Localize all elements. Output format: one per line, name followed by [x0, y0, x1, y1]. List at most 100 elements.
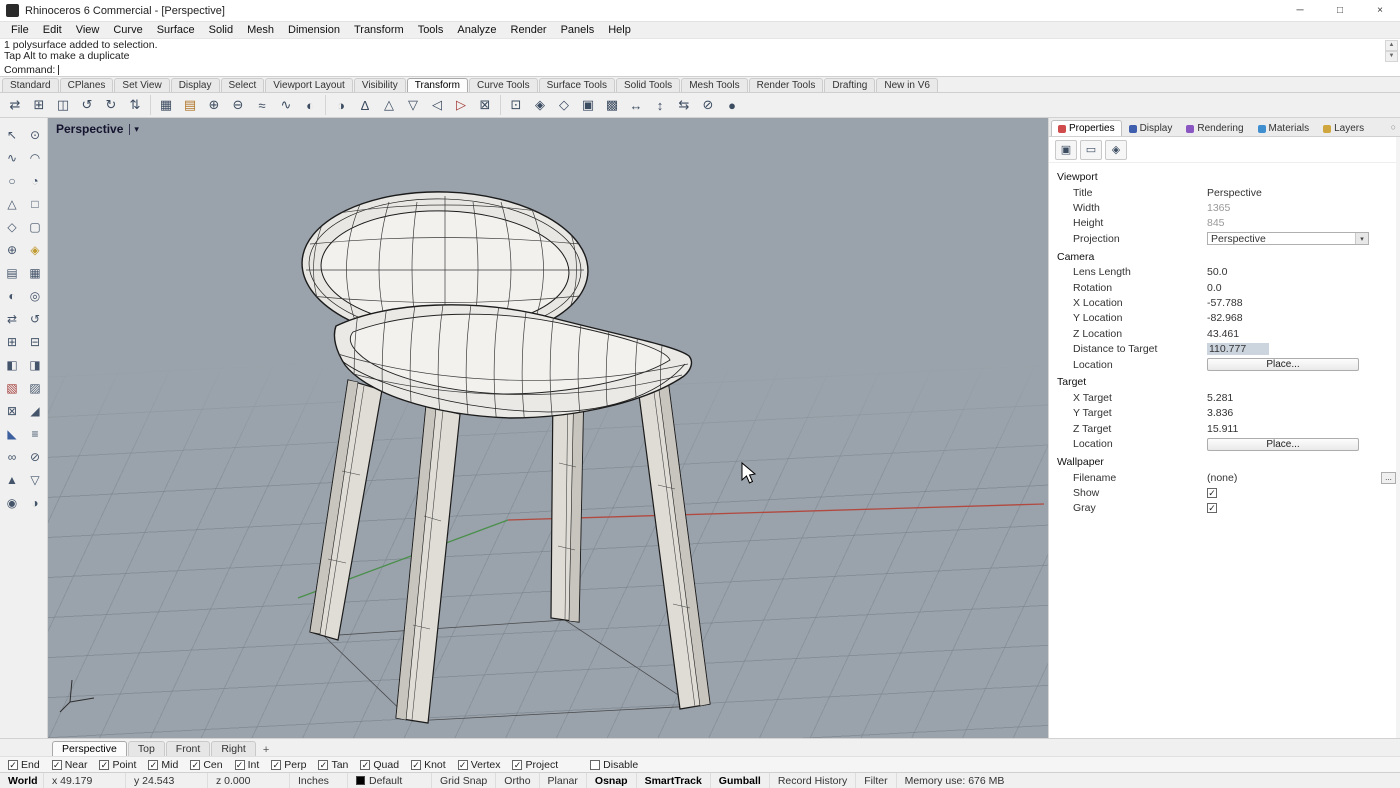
status-toggle-grid-snap[interactable]: Grid Snap — [432, 773, 496, 788]
viewport-tab-front[interactable]: Front — [166, 741, 211, 756]
property-value[interactable]: 50.0 — [1207, 266, 1400, 278]
panel-scrollbar[interactable] — [1396, 137, 1400, 738]
status-toggle-record-history[interactable]: Record History — [770, 773, 856, 788]
toolbar-icon[interactable]: ◐ — [298, 93, 322, 117]
osnap-mid[interactable]: ✓Mid — [148, 759, 178, 771]
viewport-perspective[interactable]: Perspective ▾ — [48, 118, 1048, 738]
left-toolbar-icon[interactable]: ◉ — [1, 492, 23, 514]
menu-item-curve[interactable]: Curve — [106, 24, 149, 36]
toolbar-icon[interactable]: ↺ — [75, 93, 99, 117]
toolbar-tab-transform[interactable]: Transform — [407, 78, 468, 92]
object-properties-icon[interactable]: ▭ — [1080, 140, 1102, 160]
menu-item-edit[interactable]: Edit — [36, 24, 69, 36]
osnap-near[interactable]: ✓Near — [52, 759, 88, 771]
osnap-knot[interactable]: ✓Knot — [411, 759, 446, 771]
viewport-nav-icon[interactable]: + — [257, 744, 275, 756]
panel-menu-icon[interactable]: ○ — [1391, 122, 1396, 132]
chair-seat[interactable] — [334, 298, 691, 426]
toolbar-tab-render-tools[interactable]: Render Tools — [749, 78, 824, 92]
show-checkbox[interactable]: ✓ — [1207, 488, 1217, 498]
property-value[interactable]: 5.281 — [1207, 392, 1400, 404]
toolbar-icon[interactable]: ↻ — [99, 93, 123, 117]
toolbar-icon[interactable]: ⊞ — [27, 93, 51, 117]
left-toolbar-icon[interactable]: ▤ — [1, 262, 23, 284]
status-toggle-smarttrack[interactable]: SmartTrack — [637, 773, 711, 788]
toolbar-tab-curve-tools[interactable]: Curve Tools — [469, 78, 538, 92]
toolbar-icon[interactable]: ▦ — [154, 93, 178, 117]
menu-item-dimension[interactable]: Dimension — [281, 24, 347, 36]
left-toolbar-icon[interactable]: ◑ — [24, 492, 46, 514]
left-toolbar-icon[interactable]: ◧ — [1, 354, 23, 376]
status-toggle-planar[interactable]: Planar — [540, 773, 587, 788]
toolbar-icon[interactable]: ⇄ — [3, 93, 27, 117]
left-toolbar-icon[interactable]: ▦ — [24, 262, 46, 284]
command-history-scrollbar[interactable]: ▲ ▼ — [1385, 40, 1398, 62]
menu-item-transform[interactable]: Transform — [347, 24, 411, 36]
viewport-tab-right[interactable]: Right — [211, 741, 256, 756]
osnap-tan[interactable]: ✓Tan — [318, 759, 348, 771]
toolbar-tab-set-view[interactable]: Set View — [114, 78, 169, 92]
toolbar-icon[interactable]: ◇ — [552, 93, 576, 117]
toolbar-icon[interactable]: ⇅ — [123, 93, 147, 117]
place-target-button[interactable]: Place... — [1207, 438, 1359, 451]
toolbar-icon[interactable]: ⊘ — [696, 93, 720, 117]
toolbar-icon[interactable]: ⊡ — [504, 93, 528, 117]
left-toolbar-icon[interactable]: ◐ — [1, 285, 23, 307]
toolbar-icon[interactable]: ⇆ — [672, 93, 696, 117]
left-toolbar-icon[interactable]: ◎ — [24, 285, 46, 307]
toolbar-icon[interactable]: ▷ — [449, 93, 473, 117]
osnap-vertex[interactable]: ✓Vertex — [458, 759, 501, 771]
toolbar-icon[interactable]: ◑ — [329, 93, 353, 117]
left-toolbar-icon[interactable]: ◇ — [1, 216, 23, 238]
toolbar-tab-surface-tools[interactable]: Surface Tools — [539, 78, 615, 92]
osnap-disable[interactable]: Disable — [590, 759, 638, 771]
toolbar-tab-cplanes[interactable]: CPlanes — [60, 78, 114, 92]
left-toolbar-icon[interactable]: ◣ — [1, 423, 23, 445]
toolbar-icon[interactable]: ⊖ — [226, 93, 250, 117]
toolbar-icon[interactable]: ▤ — [178, 93, 202, 117]
viewport-tab-perspective[interactable]: Perspective — [52, 741, 127, 756]
minimize-button[interactable]: ─ — [1280, 0, 1320, 21]
tab-properties[interactable]: Properties — [1051, 120, 1122, 136]
tab-materials[interactable]: Materials — [1251, 120, 1317, 136]
osnap-quad[interactable]: ✓Quad — [360, 759, 399, 771]
browse-file-button[interactable]: ... — [1381, 472, 1396, 484]
left-toolbar-icon[interactable]: △ — [1, 193, 23, 215]
viewport-title[interactable]: Perspective ▾ — [56, 122, 139, 136]
left-toolbar-icon[interactable]: ⊙ — [24, 124, 46, 146]
osnap-cen[interactable]: ✓Cen — [190, 759, 222, 771]
left-toolbar-icon[interactable]: ◔ — [24, 170, 46, 192]
menu-item-render[interactable]: Render — [504, 24, 554, 36]
filename-value[interactable]: (none) — [1207, 472, 1237, 484]
toolbar-tab-visibility[interactable]: Visibility — [354, 78, 406, 92]
toolbar-icon[interactable]: ▣ — [576, 93, 600, 117]
left-toolbar-icon[interactable]: ◨ — [24, 354, 46, 376]
menu-item-view[interactable]: View — [69, 24, 107, 36]
osnap-perp[interactable]: ✓Perp — [271, 759, 306, 771]
left-toolbar-icon[interactable]: ⇄ — [1, 308, 23, 330]
toolbar-tab-solid-tools[interactable]: Solid Tools — [616, 78, 680, 92]
left-toolbar-icon[interactable]: ∞ — [1, 446, 23, 468]
toolbar-icon[interactable]: ◈ — [528, 93, 552, 117]
scroll-up-icon[interactable]: ▲ — [1385, 40, 1398, 51]
property-value[interactable]: 0.0 — [1207, 282, 1400, 294]
left-toolbar-icon[interactable]: ⊟ — [24, 331, 46, 353]
gray-checkbox[interactable]: ✓ — [1207, 503, 1217, 513]
toolbar-icon[interactable]: ⊠ — [473, 93, 497, 117]
left-toolbar-icon[interactable]: ∿ — [1, 147, 23, 169]
viewport-tab-top[interactable]: Top — [128, 741, 165, 756]
left-toolbar-icon[interactable]: ⊘ — [24, 446, 46, 468]
left-toolbar-icon[interactable]: ◈ — [24, 239, 46, 261]
status-toggle-ortho[interactable]: Ortho — [496, 773, 539, 788]
toolbar-icon[interactable]: ∆ — [353, 93, 377, 117]
left-toolbar-icon[interactable]: ⊞ — [1, 331, 23, 353]
property-value[interactable]: -82.968 — [1207, 312, 1400, 324]
close-button[interactable]: × — [1360, 0, 1400, 21]
status-cplane[interactable]: World — [0, 773, 44, 788]
menu-item-solid[interactable]: Solid — [202, 24, 240, 36]
property-value[interactable]: 15.911 — [1207, 423, 1400, 435]
left-toolbar-icon[interactable]: ⊕ — [1, 239, 23, 261]
toolbar-tab-display[interactable]: Display — [171, 78, 220, 92]
left-toolbar-icon[interactable]: □ — [24, 193, 46, 215]
toolbar-icon[interactable]: ↔ — [624, 93, 648, 117]
